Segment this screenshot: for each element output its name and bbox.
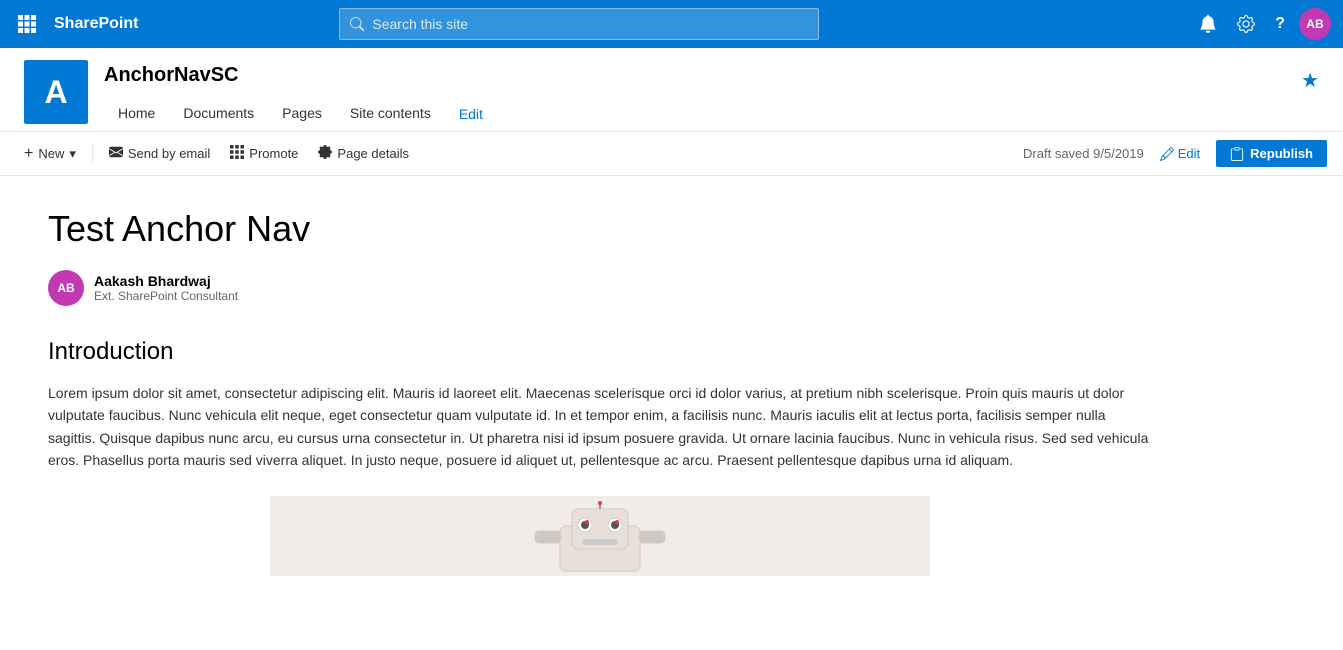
- author-role: Ext. SharePoint Consultant: [94, 289, 238, 303]
- page-toolbar: + New ▾ Send by email Promote Page detai…: [0, 132, 1343, 176]
- nav-edit[interactable]: Edit: [445, 98, 497, 130]
- send-email-label: Send by email: [128, 146, 210, 161]
- page-title: Test Anchor Nav: [48, 208, 1152, 250]
- site-logo: A: [24, 60, 88, 124]
- help-button[interactable]: ?: [1269, 11, 1291, 37]
- author-avatar: AB: [48, 270, 84, 306]
- nav-site-contents[interactable]: Site contents: [336, 97, 445, 131]
- body-text: Lorem ipsum dolor sit amet, consectetur …: [48, 382, 1152, 472]
- promote-button[interactable]: Promote: [222, 141, 306, 166]
- user-avatar-button[interactable]: AB: [1299, 8, 1331, 40]
- page-image: [270, 496, 930, 576]
- plus-icon: +: [24, 145, 33, 163]
- toolbar-right: Draft saved 9/5/2019 Edit Republish: [1023, 140, 1327, 167]
- new-label: New: [38, 146, 64, 161]
- site-navigation: Home Documents Pages Site contents Edit: [104, 97, 1301, 131]
- email-icon: [109, 145, 123, 162]
- nav-right-icons: ? AB: [1193, 8, 1331, 40]
- settings-button[interactable]: [1231, 11, 1261, 37]
- section-heading: Introduction: [48, 338, 1152, 366]
- search-input[interactable]: [372, 16, 808, 32]
- waffle-menu-button[interactable]: [12, 11, 42, 37]
- image-container: [48, 496, 1152, 576]
- nav-pages[interactable]: Pages: [268, 97, 336, 131]
- promote-icon: [230, 145, 244, 162]
- author-name: Aakash Bhardwaj: [94, 273, 238, 289]
- promote-label: Promote: [249, 146, 298, 161]
- page-details-label: Page details: [337, 146, 409, 161]
- main-content: Test Anchor Nav AB Aakash Bhardwaj Ext. …: [0, 176, 1200, 608]
- app-name: SharePoint: [54, 15, 138, 33]
- page-details-icon: [318, 145, 332, 162]
- edit-label: Edit: [1178, 146, 1200, 161]
- notification-button[interactable]: [1193, 11, 1223, 37]
- dropdown-icon: ▾: [69, 146, 76, 162]
- nav-home[interactable]: Home: [104, 97, 169, 131]
- top-navigation: SharePoint ? AB: [0, 0, 1343, 48]
- republish-button[interactable]: Republish: [1216, 140, 1327, 167]
- draft-status: Draft saved 9/5/2019: [1023, 146, 1144, 161]
- robot-illustration: [500, 501, 700, 576]
- page-details-button[interactable]: Page details: [310, 141, 417, 166]
- author-info: Aakash Bhardwaj Ext. SharePoint Consulta…: [94, 273, 238, 303]
- search-icon: [350, 17, 364, 31]
- site-title-nav: AnchorNavSC Home Documents Pages Site co…: [104, 60, 1301, 131]
- site-title: AnchorNavSC: [104, 64, 1301, 87]
- republish-label: Republish: [1250, 146, 1313, 161]
- site-header: A AnchorNavSC Home Documents Pages Site …: [0, 48, 1343, 132]
- edit-button[interactable]: Edit: [1152, 142, 1208, 165]
- author-row: AB Aakash Bhardwaj Ext. SharePoint Consu…: [48, 270, 1152, 306]
- toolbar-sep-1: [92, 144, 93, 164]
- new-button[interactable]: + New ▾: [16, 141, 84, 167]
- send-email-button[interactable]: Send by email: [101, 141, 218, 166]
- search-bar[interactable]: [339, 8, 819, 40]
- nav-documents[interactable]: Documents: [169, 97, 268, 131]
- favorite-button[interactable]: ★: [1301, 60, 1319, 93]
